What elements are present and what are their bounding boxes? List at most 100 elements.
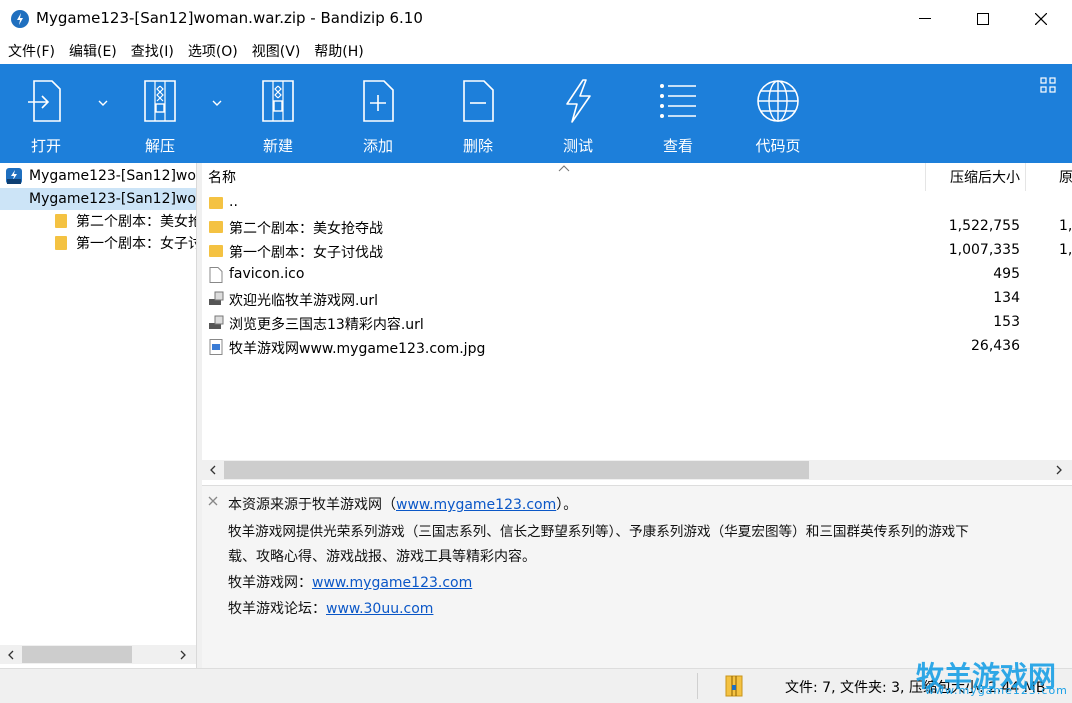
menu-bar: 文件(F) 编辑(E) 查找(I) 选项(O) 视图(V) 帮助(H) <box>0 38 1072 64</box>
add-icon <box>363 80 394 122</box>
close-icon[interactable] <box>208 496 218 506</box>
file-row-url-welcome[interactable]: 欢迎光临牧羊游戏网.url 134 <box>202 287 1072 311</box>
tree-scroll-thumb[interactable] <box>22 646 132 663</box>
sort-ascending-icon <box>558 165 570 172</box>
column-header-original-size[interactable]: 原 <box>1059 163 1072 191</box>
info-forum-link[interactable]: www.30uu.com <box>326 601 433 617</box>
add-button[interactable]: 添加 <box>338 64 418 163</box>
tree-item-main-folder[interactable]: Mygame123-[San12]woman.war <box>0 188 196 210</box>
window-title: Mygame123-[San12]woman.war.zip - Bandizi… <box>36 9 423 27</box>
file-original-size: 1, <box>1059 218 1072 234</box>
open-icon <box>28 80 61 122</box>
file-row-scenario-1[interactable]: 第一个剧本：女子讨伐战 1,007,335 1, <box>202 239 1072 263</box>
column-header-compressed-size[interactable]: 压缩后大小 <box>926 163 1022 191</box>
menu-file[interactable]: 文件(F) <box>8 38 62 64</box>
view-button[interactable]: 查看 <box>638 64 718 163</box>
archive-comment-panel: 本资源来源于牧羊游戏网（www.mygame123.com）。 牧羊游戏网提供光… <box>202 485 1072 668</box>
codepage-button[interactable]: 代码页 <box>738 64 818 163</box>
menu-help[interactable]: 帮助(H) <box>314 38 370 64</box>
tree-root-archive[interactable]: Mygame123-[San12]woman.war.zip <box>0 165 196 187</box>
info-source-text-end: ）。 <box>556 497 578 513</box>
column-divider[interactable] <box>1025 163 1026 191</box>
column-name-label: 名称 <box>208 170 236 186</box>
info-description-line2: 载、攻略心得、游戏战报、游戏工具等精彩内容。 <box>228 549 536 565</box>
scroll-right-arrow-icon[interactable] <box>178 650 188 660</box>
menu-view[interactable]: 视图(V) <box>252 38 308 64</box>
extract-button[interactable]: 解压 <box>120 64 200 163</box>
menu-find[interactable]: 查找(I) <box>131 38 181 64</box>
folder-icon <box>55 214 67 228</box>
info-source-line: 本资源来源于牧羊游戏网（www.mygame123.com）。 <box>228 494 577 514</box>
file-name: 欢迎光临牧羊游戏网.url <box>229 293 378 309</box>
add-label: 添加 <box>362 137 393 155</box>
archive-status-icon <box>725 675 743 697</box>
folder-icon <box>55 236 67 250</box>
file-name: 牧羊游戏网www.mygame123.com.jpg <box>229 341 486 357</box>
status-divider <box>697 673 698 699</box>
minimize-button[interactable] <box>896 0 954 38</box>
test-button[interactable]: 测试 <box>538 64 618 163</box>
filelist-horizontal-scrollbar[interactable] <box>202 460 1072 480</box>
file-name: .. <box>229 194 238 210</box>
close-button[interactable] <box>1012 0 1070 38</box>
file-name: 第一个剧本：女子讨伐战 <box>229 245 383 261</box>
filelist-scroll-thumb[interactable] <box>224 461 809 479</box>
file-row-favicon[interactable]: favicon.ico 495 <box>202 263 1072 287</box>
menu-options[interactable]: 选项(O) <box>188 38 245 64</box>
title-bar: Mygame123-[San12]woman.war.zip - Bandizi… <box>0 0 1072 38</box>
new-archive-button[interactable]: 新建 <box>238 64 318 163</box>
info-source-text: 本资源来源于牧羊游戏网（ <box>228 497 396 513</box>
file-compressed-size: 134 <box>993 290 1020 306</box>
minimize-icon <box>919 18 931 19</box>
delete-button[interactable]: 删除 <box>438 64 518 163</box>
document-icon <box>209 267 223 283</box>
file-list: 名称 压缩后大小 原 .. 第二个剧本：美女抢夺战 1,522,755 1, 第… <box>202 163 1072 485</box>
file-name: favicon.ico <box>229 266 305 282</box>
list-view-icon <box>660 84 696 118</box>
status-bar: 文件: 7, 文件夹: 3, 压缩包大小: 2.44 MB <box>0 668 1072 703</box>
info-description-line1: 牧羊游戏网提供光荣系列游戏（三国志系列、信长之野望系列等）、予康系列游戏（华夏宏… <box>228 524 969 540</box>
scroll-left-arrow-icon[interactable] <box>6 650 16 660</box>
internet-shortcut-icon <box>209 315 224 329</box>
info-site-link[interactable]: www.mygame123.com <box>312 575 472 591</box>
new-archive-icon <box>262 80 294 122</box>
open-button[interactable]: 打开 <box>8 64 84 163</box>
scroll-right-arrow-icon[interactable] <box>1054 465 1064 475</box>
close-icon <box>1035 13 1047 25</box>
file-compressed-size: 495 <box>993 266 1020 282</box>
info-forum-line: 牧羊游戏论坛：www.30uu.com <box>228 598 433 618</box>
tree-item-scenario-1[interactable]: 第一个剧本：女子讨伐战 <box>0 232 196 254</box>
info-site-line: 牧羊游戏网：www.mygame123.com <box>228 572 472 592</box>
codepage-label: 代码页 <box>755 137 801 155</box>
globe-icon <box>757 80 799 122</box>
extract-icon <box>144 80 176 122</box>
bandizip-app-icon <box>11 10 29 28</box>
info-source-link[interactable]: www.mygame123.com <box>396 497 556 513</box>
folder-tree-panel: Mygame123-[San12]woman.war.zip Mygame123… <box>0 163 197 668</box>
file-name: 浏览更多三国志13精彩内容.url <box>229 317 424 333</box>
tree-item-scenario-2[interactable]: 第二个剧本：美女抢夺战 <box>0 210 196 232</box>
test-label: 测试 <box>562 137 593 155</box>
maximize-button[interactable] <box>954 0 1012 38</box>
info-forum-label: 牧羊游戏论坛： <box>228 601 326 617</box>
tree-horizontal-scrollbar[interactable] <box>0 645 196 664</box>
zip-archive-icon <box>6 168 22 184</box>
folder-icon <box>209 197 223 209</box>
menu-edit[interactable]: 编辑(E) <box>69 38 124 64</box>
folder-icon <box>209 245 223 257</box>
file-row-scenario-2[interactable]: 第二个剧本：美女抢夺战 1,522,755 1, <box>202 215 1072 239</box>
tree-scenario-1-label: 第一个剧本：女子讨伐战 <box>76 236 196 252</box>
open-dropdown-chevron-icon[interactable] <box>96 96 110 110</box>
delete-label: 删除 <box>462 137 493 155</box>
extract-dropdown-chevron-icon[interactable] <box>210 96 224 110</box>
layout-grid-icon[interactable] <box>1040 77 1056 93</box>
toolbar: 打开 解压 新建 添加 删除 测试 查看 代码页 <box>0 64 1072 163</box>
file-row-parent[interactable]: .. <box>202 191 1072 215</box>
file-row-url-browse[interactable]: 浏览更多三国志13精彩内容.url 153 <box>202 311 1072 335</box>
file-row-jpg[interactable]: 牧羊游戏网www.mygame123.com.jpg 26,436 <box>202 335 1072 359</box>
lightning-icon <box>566 79 591 123</box>
scroll-left-arrow-icon[interactable] <box>208 465 218 475</box>
open-label: 打开 <box>30 137 61 155</box>
tree-root-label: Mygame123-[San12]woman.war.zip <box>29 168 196 184</box>
file-name: 第二个剧本：美女抢夺战 <box>229 221 383 237</box>
